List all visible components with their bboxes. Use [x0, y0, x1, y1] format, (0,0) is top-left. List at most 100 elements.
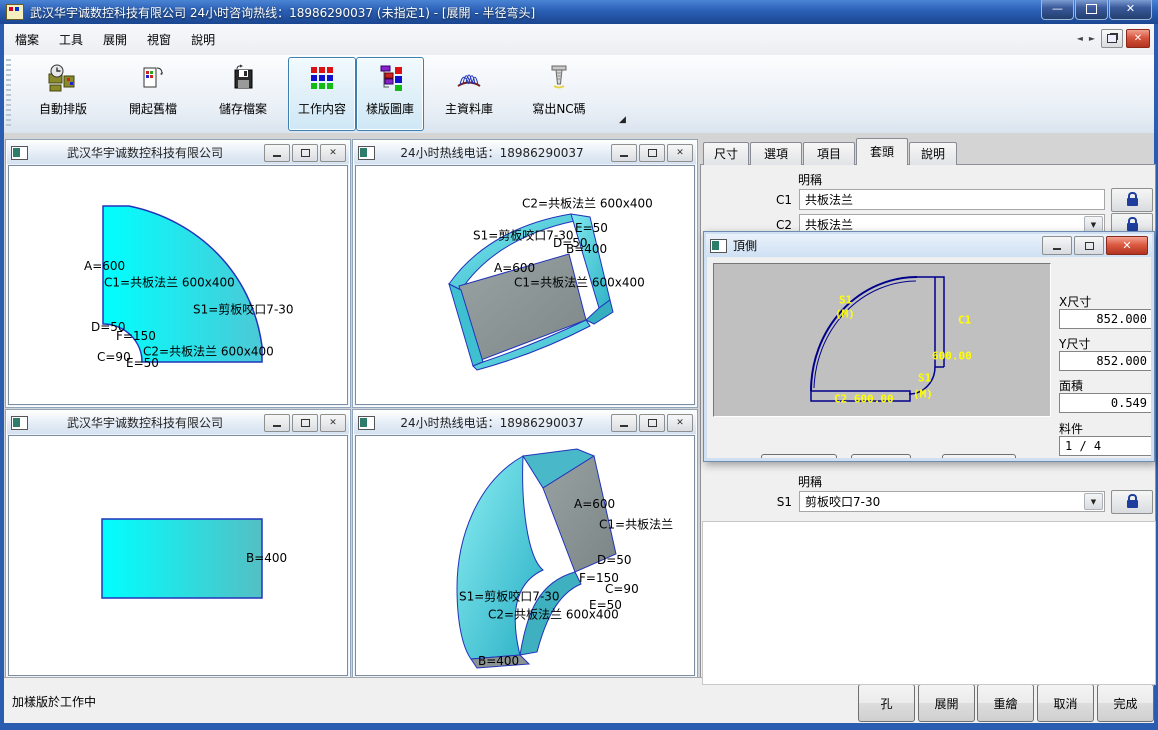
tab-size[interactable]: 尺寸 [703, 142, 749, 165]
child-window-title: 24小时热线电话：18986290037 [375, 414, 609, 431]
redraw-button[interactable]: 重繪 [977, 684, 1034, 722]
unfold-button[interactable]: 展開 [918, 684, 975, 722]
child-title-bar[interactable]: 武汉华宇诚数控科技有限公司 ✕ [7, 141, 349, 164]
drawing-label: B=400 [246, 551, 287, 565]
maximize-icon [301, 419, 310, 427]
minimize-icon [273, 155, 281, 157]
dialog-maximize-button[interactable] [1074, 236, 1104, 255]
rectangle-drawing [9, 436, 348, 676]
child-maximize-button[interactable] [292, 414, 318, 432]
menu-bar: 檔案 工具 展開 視窗 說明 ◄ ► ✕ [4, 24, 1154, 56]
child-close-button[interactable]: ✕ [320, 144, 346, 162]
previous-button[interactable]: <<前一 [761, 454, 837, 458]
mdi-restore-button[interactable] [1101, 29, 1123, 48]
save-file-icon [229, 64, 257, 92]
menu-unfold[interactable]: 展開 [94, 28, 136, 51]
child-window-title: 24小时热线电话：18986290037 [375, 144, 609, 161]
area-field[interactable]: 0.549 [1059, 393, 1151, 413]
c1-value-field[interactable]: 共板法兰 [799, 189, 1105, 210]
toolbar-label: 儲存檔案 [219, 100, 267, 117]
menu-window[interactable]: 視窗 [138, 28, 180, 51]
drawing-canvas[interactable]: A=600C1=共板法兰D=50F=150C=90E=50S1=剪板咬口7-30… [355, 435, 695, 676]
child-window-icon [11, 146, 28, 160]
status-message: 加樣版於工作中 [12, 693, 96, 710]
drawing-label: B=400 [566, 242, 607, 256]
part-count-field[interactable]: 1 / 4 [1059, 436, 1151, 456]
mdi-nav-right-icon[interactable]: ► [1086, 34, 1098, 43]
child-window-title: 武汉华宇诚数控科技有限公司 [28, 144, 262, 161]
maximize-icon [1086, 4, 1097, 14]
child-maximize-button[interactable] [292, 144, 318, 162]
child-minimize-button[interactable] [611, 414, 637, 432]
app-icon [6, 4, 24, 20]
y-size-field[interactable]: 852.000 [1059, 351, 1151, 371]
s1-lock-button[interactable] [1111, 490, 1153, 514]
mdi-nav-left-icon[interactable]: ◄ [1074, 34, 1086, 43]
menu-tools[interactable]: 工具 [50, 28, 92, 51]
cancel-button[interactable]: 取消 [1037, 684, 1094, 722]
panel-empty-area [702, 521, 1156, 685]
child-minimize-button[interactable] [264, 414, 290, 432]
open-file-button[interactable]: 開起舊檔 [108, 57, 198, 131]
write-nc-button[interactable]: 寫出NC碼 [514, 57, 604, 131]
hole-button[interactable]: 孔 [858, 684, 915, 722]
auto-nest-button[interactable]: 自動排版 [18, 57, 108, 131]
template-library-button[interactable]: 樣版圖庫 [356, 57, 424, 131]
toolbar-overflow-icon[interactable]: ◢ [619, 115, 626, 125]
minimize-icon [620, 425, 628, 427]
minimize-button[interactable]: — [1041, 0, 1074, 20]
drawing-label: A=600 [574, 497, 615, 511]
menu-help[interactable]: 說明 [182, 28, 224, 51]
chevron-down-icon[interactable]: ▼ [1084, 493, 1103, 510]
child-maximize-button[interactable] [639, 414, 665, 432]
finish-button[interactable]: 完成 [1097, 684, 1154, 722]
work-content-button[interactable]: 工作内容 [288, 57, 356, 131]
child-title-bar[interactable]: 武汉华宇诚数控科技有限公司 ✕ [7, 411, 349, 434]
tab-items[interactable]: 項目 [803, 142, 855, 165]
x-size-field[interactable]: 852.000 [1059, 309, 1151, 329]
s1-combobox[interactable]: 剪板咬口7-30 ▼ [799, 491, 1105, 512]
drawing-canvas[interactable]: B=400 [8, 435, 348, 676]
dialog-title-bar[interactable]: 頂側 ✕ [706, 234, 1152, 257]
tab-help[interactable]: 說明 [909, 142, 957, 165]
child-minimize-button[interactable] [264, 144, 290, 162]
child-close-button[interactable]: ✕ [320, 414, 346, 432]
lock-icon [1127, 500, 1138, 508]
dialog-close-button[interactable]: ✕ [1106, 236, 1148, 255]
drawing-canvas[interactable]: C2=共板法兰 600x400S1=剪板咬口7-30E=50D=50B=400A… [355, 165, 695, 405]
mdi-close-button[interactable]: ✕ [1126, 29, 1150, 48]
y-size-label: Y尺寸 [1059, 335, 1090, 352]
tab-connector[interactable]: 套頭 [856, 138, 908, 165]
toolbar-label: 主資料庫 [445, 100, 493, 117]
window-title: 武汉华宇诚数控科技有限公司 24小时咨询热线：18986290037 (未指定1… [30, 4, 535, 21]
drawing-canvas[interactable]: A=600C1=共板法兰 600x400S1=剪板咬口7-30D=50F=150… [8, 165, 348, 405]
dialog-body: S1(M)C1600.00S1(M)C2 600.00 X尺寸 852.000 … [707, 257, 1151, 458]
toolbar-grip[interactable] [6, 59, 11, 127]
area-label: 面積 [1059, 377, 1083, 394]
child-maximize-button[interactable] [639, 144, 665, 162]
child-close-button[interactable]: ✕ [667, 144, 693, 162]
drawing-label: 600.00 [932, 350, 972, 363]
lock-icon [1127, 223, 1138, 231]
connector-row-c1: C1 共板法兰 [704, 188, 1153, 211]
child-title-bar[interactable]: 24小时热线电话：18986290037 ✕ [354, 141, 696, 164]
next-button[interactable]: 下一>> [851, 454, 911, 458]
child-minimize-button[interactable] [611, 144, 637, 162]
maximize-button[interactable] [1075, 0, 1108, 20]
tab-options[interactable]: 選項 [750, 142, 802, 165]
main-database-button[interactable]: 主資料庫 [424, 57, 514, 131]
child-window-title: 武汉华宇诚数控科技有限公司 [28, 414, 262, 431]
child-close-button[interactable]: ✕ [667, 414, 693, 432]
child-title-bar[interactable]: 24小时热线电话：18986290037 ✕ [354, 411, 696, 434]
end-button[interactable]: 结束 [942, 454, 1016, 458]
menu-file[interactable]: 檔案 [6, 28, 48, 51]
save-file-button[interactable]: 儲存檔案 [198, 57, 288, 131]
close-button[interactable]: ✕ [1109, 0, 1152, 20]
child-window-icon [358, 416, 375, 430]
dialog-minimize-button[interactable] [1042, 236, 1072, 255]
drawing-label: C2 600.00 [834, 393, 894, 406]
maximize-icon [1085, 242, 1094, 250]
dialog-preview-canvas[interactable]: S1(M)C1600.00S1(M)C2 600.00 [713, 263, 1051, 417]
drawing-label: C1=共板法兰 600x400 [104, 274, 235, 291]
c1-lock-button[interactable] [1111, 188, 1153, 212]
